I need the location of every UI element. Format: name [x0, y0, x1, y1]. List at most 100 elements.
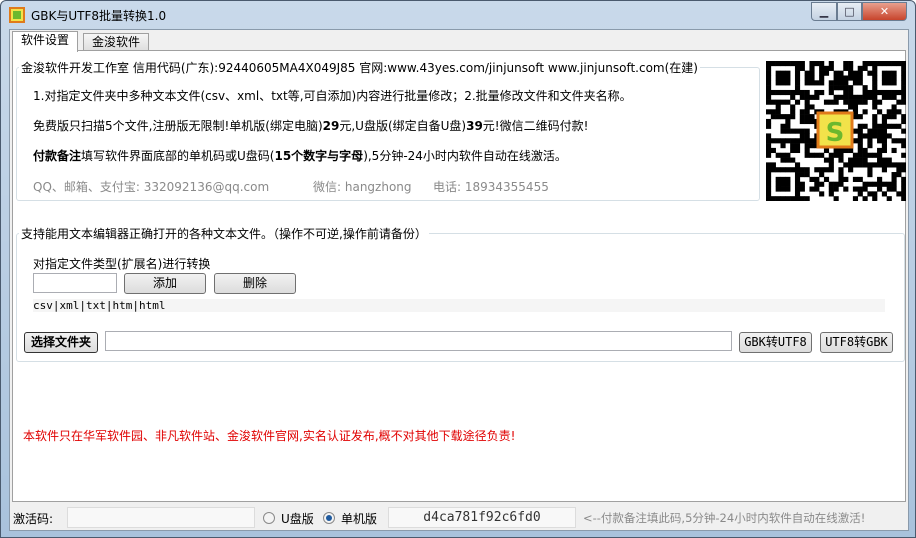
- qr-module: [785, 181, 791, 187]
- qr-module: [799, 114, 805, 120]
- qr-module: [804, 147, 810, 154]
- qr-module: [877, 133, 883, 139]
- qr-module: [770, 61, 776, 67]
- qr-module: [896, 89, 902, 96]
- qr-module: [794, 147, 801, 154]
- qr-module: [843, 147, 849, 154]
- qr-module: [872, 181, 878, 187]
- qr-module: [828, 191, 834, 197]
- add-extension-button[interactable]: 添加: [124, 273, 206, 294]
- qr-module: [766, 85, 772, 91]
- qr-module: [867, 128, 873, 134]
- qr-module: [843, 89, 849, 96]
- qr-module: [780, 99, 786, 105]
- qr-module: [867, 94, 873, 100]
- close-button[interactable]: ✕: [862, 2, 907, 21]
- contact-phone: 电话: 18934355455: [433, 180, 549, 194]
- qr-module: [848, 65, 854, 71]
- qr-module: [780, 89, 786, 96]
- maximize-button[interactable]: □: [837, 2, 862, 21]
- qr-module: [804, 133, 810, 139]
- qr-module: [780, 176, 786, 182]
- qr-module: [852, 176, 859, 182]
- qr-module: [877, 162, 883, 168]
- qr-module: [891, 104, 897, 110]
- qr-module: [881, 94, 887, 100]
- qr-module: [833, 181, 839, 187]
- qr-module: [862, 133, 868, 139]
- qr-module: [857, 186, 863, 192]
- qr-module: [766, 147, 772, 154]
- qr-module: [852, 196, 859, 201]
- info-legend: 金浚软件开发工作室 信用代码(广东):92440605MA4X049J85 官网…: [21, 61, 698, 75]
- title-bar[interactable]: GBK与UTF8批量转换1.0 ▁ □ ✕: [1, 1, 915, 29]
- qr-module: [857, 133, 863, 139]
- qr-module: [819, 191, 825, 197]
- qr-module: [775, 75, 781, 81]
- qr-module: [794, 138, 801, 144]
- qr-module: [766, 191, 772, 197]
- qr-module: [780, 157, 786, 163]
- select-folder-button[interactable]: 选择文件夹: [24, 332, 98, 353]
- activation-code-input[interactable]: [67, 507, 255, 528]
- machine-code-field[interactable]: d4ca781f92c6fd0: [388, 507, 576, 528]
- qr-module: [814, 94, 820, 100]
- qr-module: [823, 147, 830, 154]
- qr-module: [862, 99, 868, 105]
- qr-module: [809, 186, 815, 192]
- qr-module: [881, 138, 887, 144]
- qr-module: [804, 109, 810, 115]
- udisk-price: 39: [466, 119, 483, 133]
- minimize-button[interactable]: ▁: [811, 2, 837, 21]
- gbk-to-utf8-button[interactable]: GBK转UTF8: [739, 332, 812, 353]
- qr-module: [881, 157, 887, 163]
- qr-module: [891, 61, 897, 67]
- qr-module: [901, 196, 906, 201]
- qr-module: [891, 181, 897, 187]
- qr-module: [857, 152, 863, 158]
- extension-list[interactable]: csv|xml|txt|htm|html: [33, 299, 885, 312]
- qr-module: [809, 80, 815, 86]
- delete-extension-button[interactable]: 删除: [214, 273, 296, 294]
- qr-module: [891, 80, 897, 86]
- qr-module: [790, 147, 796, 154]
- qr-module: [770, 147, 776, 154]
- qr-module: [852, 128, 859, 134]
- qr-module: [881, 133, 887, 139]
- qr-module: [877, 89, 883, 96]
- qr-module: [901, 94, 906, 100]
- qr-module: [785, 118, 791, 125]
- qr-module: [804, 75, 810, 81]
- pc-radio-label[interactable]: 单机版: [341, 510, 377, 527]
- udisk-radio[interactable]: [263, 512, 275, 524]
- qr-module: [775, 181, 781, 187]
- settings-tab-page: 金浚软件开发工作室 信用代码(广东):92440605MA4X049J85 官网…: [12, 50, 906, 502]
- qr-module: [881, 128, 887, 134]
- extension-input[interactable]: [33, 273, 117, 293]
- qr-module: [775, 89, 781, 96]
- qr-module: [790, 104, 796, 110]
- qr-module: [770, 196, 776, 201]
- qr-module: [872, 99, 878, 105]
- app-logo-icon: [9, 7, 25, 23]
- contact-wechat: 微信: hangzhong: [313, 180, 412, 194]
- qr-module: [852, 114, 859, 120]
- udisk-radio-label[interactable]: U盘版: [281, 510, 314, 527]
- pc-radio[interactable]: [323, 512, 335, 524]
- feature-line: 1.对指定文件夹中多种文本文件(csv、xml、txt等,可自添加)内容进行批量…: [33, 89, 632, 103]
- qr-module: [819, 70, 825, 76]
- qr-module: [828, 89, 834, 96]
- qr-module: [785, 157, 791, 163]
- qr-module: [852, 104, 859, 110]
- qr-module: [848, 75, 854, 81]
- qr-module: [877, 176, 883, 182]
- qr-module: [867, 181, 873, 187]
- tab-software-settings[interactable]: 软件设置: [12, 31, 79, 52]
- qr-module: [775, 152, 781, 158]
- utf8-to-gbk-button[interactable]: UTF8转GBK: [820, 332, 893, 353]
- qr-module: [775, 186, 781, 192]
- folder-path-input[interactable]: [105, 331, 732, 351]
- qr-module: [896, 138, 902, 144]
- qr-module: [794, 99, 801, 105]
- qr-module: [867, 61, 873, 67]
